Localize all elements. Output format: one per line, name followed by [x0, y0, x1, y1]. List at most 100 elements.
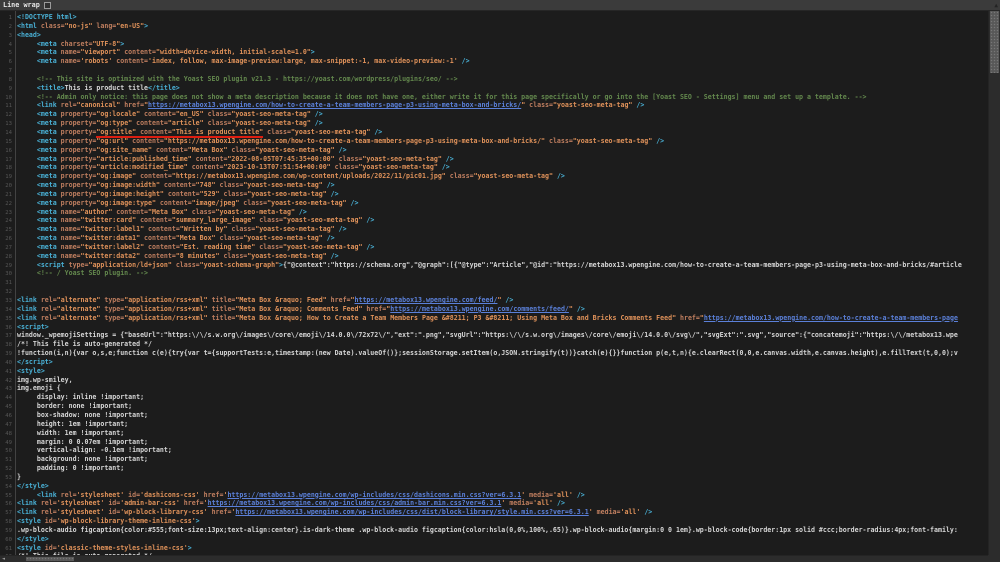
token-t: <meta	[17, 251, 57, 260]
code-line: 35 <link rel="alternate" type="applicatio…	[0, 314, 988, 323]
code-line: 30 <!-- / Yoast SEO plugin. -->	[0, 269, 988, 278]
hyperlink[interactable]: https://metabox13.wpengine.com/comments/…	[390, 305, 569, 313]
code-line: 34 <link rel="alternate" type="applicatio…	[0, 305, 988, 314]
scroll-left-arrow-icon[interactable]: ◄	[2, 556, 5, 562]
token-x: }	[17, 472, 21, 481]
token-t: >	[120, 39, 125, 48]
token-t: </script>	[17, 357, 53, 366]
token-t: <meta	[17, 225, 57, 234]
token-t: />	[322, 181, 335, 190]
token-v: "Written by"	[179, 225, 228, 234]
token-x: This is product title	[64, 83, 149, 92]
token-a: name=	[56, 251, 81, 260]
token-a: content=	[144, 242, 180, 251]
token-v: "yoast-seo-meta-tag"	[215, 207, 295, 216]
token-a: lang=	[92, 21, 117, 30]
token-a: class=	[203, 110, 232, 119]
token-v: "no-js"	[64, 21, 93, 30]
token-a: type=	[100, 313, 125, 322]
token-t: />	[457, 57, 470, 66]
token-v: 'dashicons-css'	[140, 490, 200, 499]
vertical-scrollbar-thumb[interactable]	[990, 11, 999, 73]
code-line: 18 <meta property="article:modified_time…	[0, 163, 988, 172]
code-line: 51 background: none !important;	[0, 455, 988, 464]
token-a: rel=	[56, 101, 77, 110]
token-t: <meta	[17, 136, 57, 145]
token-a: content=	[132, 119, 168, 128]
token-v: "application/ld+json"	[88, 260, 172, 269]
token-v: 'all'	[620, 508, 641, 517]
token-a: content=	[159, 181, 196, 190]
horizontal-scrollbar[interactable]: ◄	[0, 555, 988, 562]
code-line: 39 !function(i,n){var o,s,e;function c(e)…	[0, 349, 988, 358]
token-a: class=	[203, 119, 232, 128]
token-t: />	[632, 101, 645, 110]
token-x: window._wpemojiSettings = {"baseUrl":"ht…	[17, 331, 958, 340]
token-a: property=	[56, 154, 97, 163]
token-a: media=	[592, 508, 621, 517]
token-t: />	[294, 207, 307, 216]
token-t: />	[501, 296, 514, 304]
token-t: <style>	[17, 366, 45, 375]
code-line: 23 <meta name="author" content="Meta Box…	[0, 208, 988, 217]
token-t: <style	[17, 517, 41, 526]
hyperlink[interactable]: https://metabox13.wpengine.com/wp-includ…	[208, 499, 502, 507]
token-a: rel=	[36, 508, 57, 517]
token-t: <meta	[17, 127, 57, 136]
code-line: 47 height: 1em !important;	[0, 420, 988, 429]
hyperlink[interactable]: https://metabox13.wpengine.com/feed/	[355, 296, 498, 304]
token-a: id=	[40, 517, 57, 526]
token-a: class=	[525, 101, 553, 110]
line-wrap-label: Line wrap	[3, 0, 40, 9]
vertical-scrollbar[interactable]	[988, 11, 1000, 555]
hyperlink[interactable]: https://metabox13.wpengine.com/how-to-cr…	[148, 101, 521, 109]
token-v: "image/jpeg"	[191, 198, 240, 207]
token-v: 'all'	[533, 499, 554, 508]
token-x: .wp-block-audio figcaption{color:#555;fo…	[17, 525, 958, 534]
token-t: >	[144, 21, 149, 30]
token-v: "https://metabox13.wpengine.com/wp-conte…	[171, 172, 446, 181]
token-a: class=	[255, 216, 284, 225]
scroll-up-arrow-icon[interactable]: ▲	[994, 1, 998, 10]
horizontal-scrollbar-thumb[interactable]	[26, 557, 74, 561]
token-a: content=	[120, 48, 156, 57]
code-line: 26 <meta name="twitter:data1" content="M…	[0, 234, 988, 243]
token-v: "og:image:width"	[96, 181, 160, 190]
token-t: <link	[17, 499, 37, 508]
hyperlink[interactable]: https://metabox13.wpengine.com/wp-includ…	[227, 491, 521, 499]
code-line: 17 <meta property="article:published_tim…	[0, 155, 988, 164]
token-a: class=	[187, 207, 216, 216]
token-v: 'robots'	[80, 57, 113, 66]
token-t: />	[437, 163, 450, 172]
token-t: <style	[17, 543, 41, 552]
token-t: />	[572, 304, 585, 313]
token-a: id=	[124, 490, 141, 499]
hyperlink[interactable]: https://metabox13.wpengine.com/wp-includ…	[235, 508, 588, 516]
token-a: rel=	[36, 296, 57, 304]
token-t: <html	[17, 21, 37, 30]
token-a: content=	[155, 198, 192, 207]
line-wrap-checkbox[interactable]	[43, 1, 51, 9]
token-v: "Meta Box &raquo; How to Create a Team M…	[235, 313, 677, 322]
token-a: property=	[56, 163, 97, 172]
token-x: /*! This file is auto-generated */	[17, 340, 152, 349]
token-a: class=	[227, 225, 256, 234]
code-line: 8 <!-- This site is optimized with the Y…	[0, 75, 988, 84]
code-line: 25 <meta name="twitter:label1" content="…	[0, 225, 988, 234]
code-line: 16 <meta property="og:site_name" content…	[0, 146, 988, 155]
token-t: <meta	[17, 189, 57, 198]
token-a: href=	[326, 296, 351, 304]
token-v: "yoast-seo-meta-tag"	[362, 154, 442, 163]
code-line: 37 window._wpemojiSettings = {"baseUrl":"…	[0, 331, 988, 340]
token-v: 'wp-block-library-theme-inline-css'	[56, 517, 196, 526]
token-t: />	[362, 216, 375, 225]
token-a: title=	[207, 313, 236, 322]
token-v: "yoast-seo-meta-tag"	[283, 242, 363, 251]
hyperlink[interactable]: https://metabox13.wpengine.com/how-to-cr…	[704, 314, 958, 322]
token-t: />	[370, 127, 383, 136]
token-t: />	[640, 508, 653, 517]
token-v: "yoast-seo-meta-tag"	[247, 251, 327, 260]
code-line: 59 .wp-block-audio figcaption{color:#555;…	[0, 526, 988, 535]
code-line: 32	[0, 287, 988, 296]
token-v: "twitter:data2"	[80, 251, 141, 260]
